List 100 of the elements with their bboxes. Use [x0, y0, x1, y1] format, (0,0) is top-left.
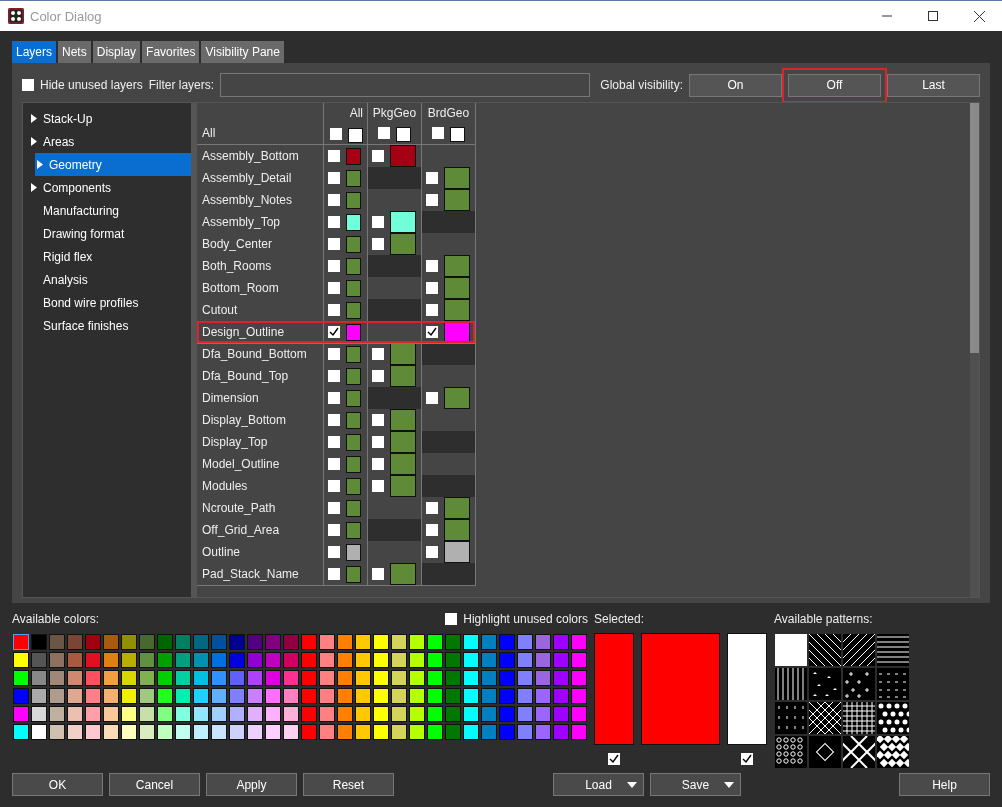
checkbox[interactable] — [426, 282, 438, 294]
palette-swatch[interactable] — [157, 688, 173, 704]
color-swatch[interactable] — [444, 189, 470, 211]
checkbox[interactable] — [328, 458, 340, 470]
palette-swatch[interactable] — [85, 688, 101, 704]
pattern-swatch[interactable] — [775, 634, 807, 666]
palette-swatch[interactable] — [175, 634, 191, 650]
palette-swatch[interactable] — [355, 724, 371, 740]
palette-swatch[interactable] — [391, 652, 407, 668]
color-swatch[interactable] — [346, 301, 361, 319]
palette-swatch[interactable] — [481, 688, 497, 704]
palette-swatch[interactable] — [571, 634, 587, 650]
color-swatch[interactable] — [390, 475, 416, 497]
palette-swatch[interactable] — [427, 652, 443, 668]
palette-swatch[interactable] — [121, 652, 137, 668]
palette-swatch[interactable] — [373, 652, 389, 668]
palette-swatch[interactable] — [553, 670, 569, 686]
palette-swatch[interactable] — [571, 724, 587, 740]
checkbox[interactable] — [432, 127, 444, 139]
pattern-swatch[interactable] — [843, 668, 875, 700]
palette-swatch[interactable] — [121, 634, 137, 650]
checkbox[interactable] — [22, 79, 34, 91]
color-swatch[interactable] — [390, 365, 416, 387]
palette-swatch[interactable] — [103, 652, 119, 668]
checkbox[interactable] — [330, 128, 342, 140]
palette-swatch[interactable] — [13, 634, 29, 650]
color-swatch[interactable] — [390, 409, 416, 431]
expand-arrow-icon[interactable] — [31, 183, 37, 192]
palette-swatch[interactable] — [409, 670, 425, 686]
palette-swatch[interactable] — [193, 706, 209, 722]
palette-swatch[interactable] — [211, 652, 227, 668]
checkbox[interactable] — [328, 370, 340, 382]
palette-swatch[interactable] — [301, 706, 317, 722]
palette-swatch[interactable] — [319, 724, 335, 740]
palette-swatch[interactable] — [463, 724, 479, 740]
checkbox[interactable] — [372, 414, 384, 426]
palette-swatch[interactable] — [571, 670, 587, 686]
palette-swatch[interactable] — [121, 724, 137, 740]
palette-swatch[interactable] — [13, 706, 29, 722]
palette-swatch[interactable] — [337, 706, 353, 722]
color-swatch[interactable] — [444, 299, 470, 321]
palette-swatch[interactable] — [139, 688, 155, 704]
palette-swatch[interactable] — [49, 634, 65, 650]
palette-swatch[interactable] — [67, 670, 83, 686]
palette-swatch[interactable] — [265, 706, 281, 722]
palette-swatch[interactable] — [481, 652, 497, 668]
layer-row[interactable]: Pad_Stack_Name — [197, 563, 475, 585]
checkbox[interactable] — [426, 172, 438, 184]
palette-swatch[interactable] — [265, 670, 281, 686]
palette-swatch[interactable] — [391, 724, 407, 740]
palette-swatch[interactable] — [265, 724, 281, 740]
palette-swatch[interactable] — [517, 706, 533, 722]
palette-swatch[interactable] — [193, 670, 209, 686]
palette-swatch[interactable] — [67, 706, 83, 722]
palette-swatch[interactable] — [157, 670, 173, 686]
layer-row[interactable]: Design_Outline — [197, 321, 475, 343]
maximize-icon[interactable] — [928, 11, 938, 21]
palette-swatch[interactable] — [553, 652, 569, 668]
checkbox[interactable] — [426, 546, 438, 558]
palette-swatch[interactable] — [337, 634, 353, 650]
color-swatch[interactable] — [346, 433, 361, 451]
checkbox[interactable] — [328, 216, 340, 228]
checkbox[interactable] — [741, 753, 753, 765]
palette-swatch[interactable] — [445, 634, 461, 650]
palette-swatch[interactable] — [13, 670, 29, 686]
palette-swatch[interactable] — [517, 634, 533, 650]
palette-swatch[interactable] — [517, 724, 533, 740]
menu-button[interactable]: Save — [650, 773, 741, 796]
pattern-swatch[interactable] — [877, 634, 909, 666]
palette-swatch[interactable] — [355, 670, 371, 686]
pattern-swatch[interactable] — [775, 702, 807, 734]
palette-swatch[interactable] — [427, 688, 443, 704]
checkbox[interactable] — [426, 326, 438, 338]
palette-swatch[interactable] — [157, 706, 173, 722]
checkbox[interactable] — [328, 524, 340, 536]
palette-swatch[interactable] — [103, 634, 119, 650]
palette-swatch[interactable] — [427, 706, 443, 722]
checkbox[interactable] — [328, 568, 340, 580]
color-swatch[interactable] — [346, 367, 361, 385]
color-swatch[interactable] — [444, 255, 470, 277]
color-swatch[interactable] — [396, 127, 411, 142]
dialog-button[interactable]: Help — [899, 773, 990, 796]
palette-swatch[interactable] — [85, 724, 101, 740]
pattern-swatch[interactable] — [877, 668, 909, 700]
tree-item[interactable]: Stack-Up — [23, 107, 191, 130]
palette-swatch[interactable] — [211, 634, 227, 650]
palette-swatch[interactable] — [49, 724, 65, 740]
checkbox[interactable] — [372, 238, 384, 250]
color-swatch[interactable] — [444, 277, 470, 299]
palette-swatch[interactable] — [175, 652, 191, 668]
palette-swatch[interactable] — [247, 688, 263, 704]
tree-item[interactable]: Rigid flex — [23, 245, 191, 268]
color-swatch[interactable] — [346, 389, 361, 407]
checkbox[interactable] — [378, 127, 390, 139]
color-swatch[interactable] — [346, 323, 361, 341]
palette-swatch[interactable] — [319, 634, 335, 650]
checkbox[interactable] — [328, 260, 340, 272]
palette-swatch[interactable] — [193, 688, 209, 704]
palette-swatch[interactable] — [319, 670, 335, 686]
palette-swatch[interactable] — [229, 688, 245, 704]
